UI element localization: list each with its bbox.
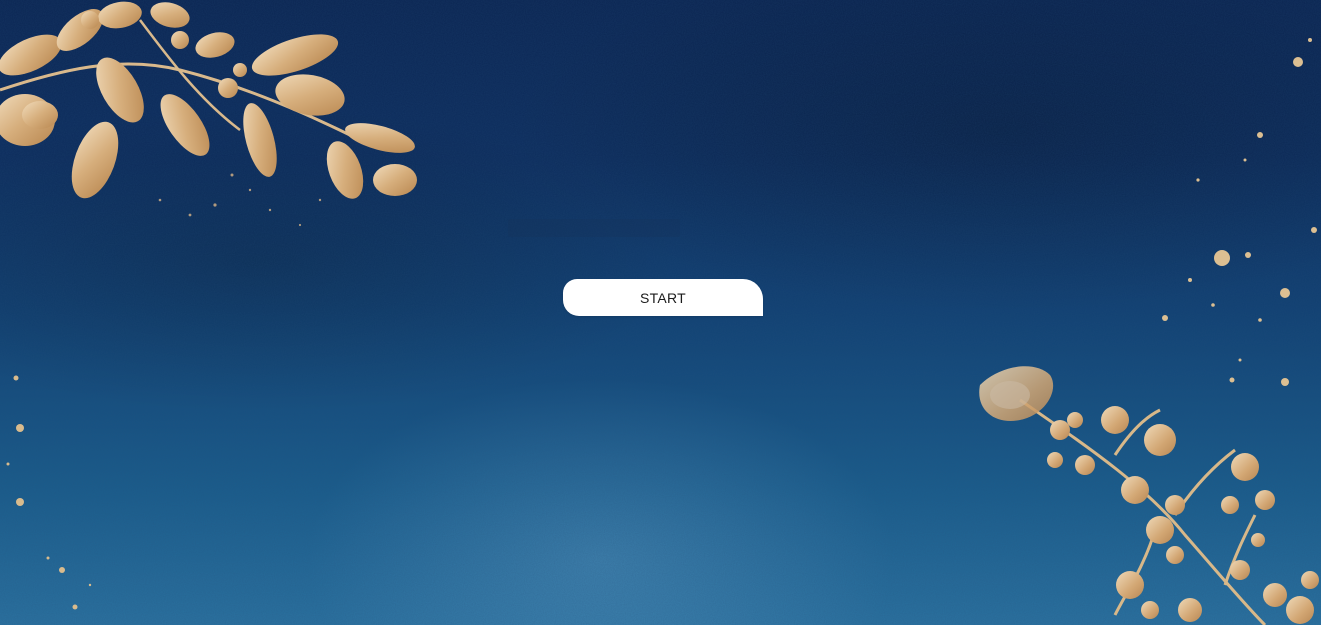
gold-berry-branch-icon [979, 366, 1319, 625]
start-button[interactable]: START [563, 279, 763, 316]
title-screen: START [0, 0, 1321, 625]
gold-splatter-icon [1162, 38, 1317, 386]
blurred-label-placeholder [508, 219, 680, 237]
gold-splatter-icon [6, 375, 92, 610]
gold-leaf-branch-icon [0, 1, 417, 227]
